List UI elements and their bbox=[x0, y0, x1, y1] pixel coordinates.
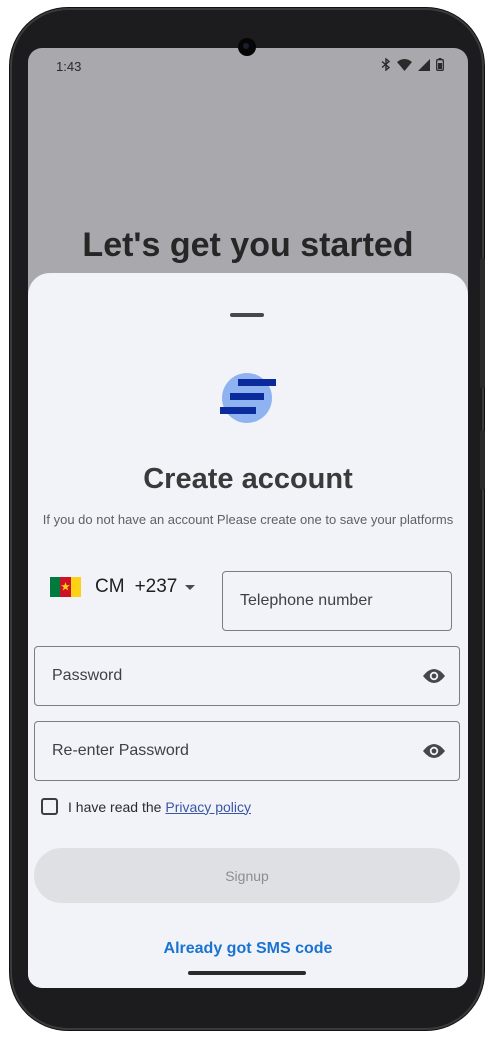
telephone-number-placeholder: Telephone number bbox=[240, 592, 373, 609]
telephone-number-field[interactable]: Telephone number bbox=[222, 571, 452, 631]
front-camera bbox=[238, 38, 256, 56]
dropdown-arrow-icon bbox=[185, 584, 196, 590]
app-logo bbox=[220, 373, 276, 423]
sheet-subtitle: If you do not have an account Please cre… bbox=[42, 512, 454, 527]
cameroon-flag-icon bbox=[50, 577, 81, 597]
battery-icon bbox=[436, 58, 444, 76]
privacy-policy-checkbox[interactable] bbox=[41, 798, 58, 815]
power-button bbox=[480, 430, 485, 490]
status-time: 1:43 bbox=[56, 59, 82, 74]
signal-icon bbox=[418, 58, 430, 76]
page-title: Let's get you started bbox=[82, 226, 414, 264]
drag-handle[interactable] bbox=[230, 313, 264, 317]
flag-stripe-red bbox=[60, 577, 71, 597]
privacy-policy-link[interactable]: Privacy policy bbox=[165, 799, 251, 815]
flag-stripe-green bbox=[50, 577, 61, 597]
country-code: CM bbox=[95, 576, 125, 597]
re-enter-password-field[interactable]: Re-enter Password bbox=[34, 721, 460, 781]
dial-code: +237 bbox=[134, 576, 178, 597]
screen: 1:43 Let's get you started Create accoun… bbox=[28, 48, 468, 988]
show-re-enter-password-icon[interactable] bbox=[421, 738, 447, 764]
volume-button bbox=[480, 258, 485, 388]
password-placeholder: Password bbox=[52, 667, 123, 684]
password-field[interactable]: Password bbox=[34, 646, 460, 706]
show-password-icon[interactable] bbox=[421, 663, 447, 689]
create-account-sheet: Create account If you do not have an acc… bbox=[28, 273, 468, 988]
flag-stripe-yellow bbox=[70, 577, 81, 597]
privacy-policy-row: I have read the Privacy policy bbox=[41, 798, 251, 815]
bluetooth-icon bbox=[381, 57, 391, 76]
sheet-title: Create account bbox=[143, 463, 353, 495]
wifi-icon bbox=[397, 58, 412, 76]
home-indicator[interactable] bbox=[188, 971, 306, 975]
status-icons bbox=[381, 57, 444, 76]
already-got-sms-code-link[interactable]: Already got SMS code bbox=[28, 940, 468, 958]
privacy-policy-text: I have read the bbox=[68, 798, 162, 815]
re-enter-password-placeholder: Re-enter Password bbox=[52, 742, 189, 759]
country-code-picker[interactable]: CM +237 bbox=[50, 571, 196, 603]
signup-button[interactable]: Signup bbox=[34, 848, 460, 903]
